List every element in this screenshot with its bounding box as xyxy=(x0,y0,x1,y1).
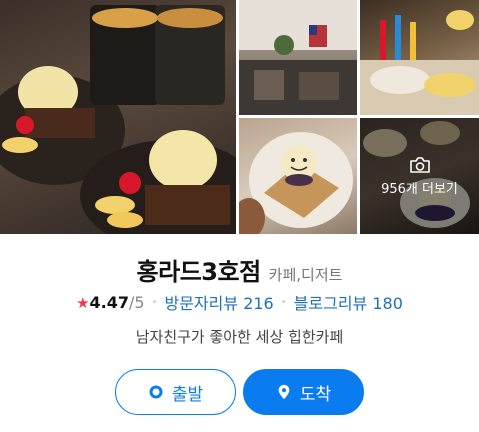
more-photos-overlay[interactable]: 956개 더보기 xyxy=(360,118,479,234)
start-button-label: 출발 xyxy=(171,384,204,405)
photo-main[interactable] xyxy=(0,0,236,234)
place-name[interactable]: 홍라드3호점 xyxy=(137,252,262,287)
route-actions: 출발 도착 xyxy=(0,369,479,415)
origin-dot-icon xyxy=(149,385,163,399)
interior-photo-illustration xyxy=(239,0,357,115)
photo-dessert-table[interactable] xyxy=(360,0,479,115)
start-button[interactable]: 출발 xyxy=(115,369,236,415)
arrive-button-label: 도착 xyxy=(299,384,332,405)
place-description: 남자친구가 좋아한 세상 힙한카페 xyxy=(135,328,344,346)
rating-value: 4.47 xyxy=(89,292,130,312)
camera-icon xyxy=(409,156,430,173)
photo-gallery: 956개 더보기 xyxy=(0,0,479,234)
separator-dot: • xyxy=(151,296,158,308)
star-icon: ★ xyxy=(76,293,90,312)
title-row: 홍라드3호점 카페,디저트 xyxy=(0,252,479,287)
photo-interior[interactable] xyxy=(239,0,357,115)
arrive-button[interactable]: 도착 xyxy=(243,369,364,415)
rating-row: ★4.47/5 • 방문자리뷰 216 • 블로그리뷰 180 xyxy=(0,290,479,314)
place-category: 카페,디저트 xyxy=(268,266,343,284)
visitor-reviews-link[interactable]: 방문자리뷰 216 xyxy=(165,290,274,314)
dessert-table-illustration xyxy=(360,10,479,115)
dessert-photo-illustration xyxy=(0,5,236,234)
rating-group: ★4.47/5 xyxy=(76,293,145,312)
rating-max: /5 xyxy=(129,292,145,312)
photo-more[interactable]: 956개 더보기 xyxy=(360,118,479,234)
waffle-photo-illustration xyxy=(239,132,353,234)
separator-dot: • xyxy=(280,296,287,308)
blog-reviews-link[interactable]: 블로그리뷰 180 xyxy=(294,290,403,314)
more-photos-label: 956개 더보기 xyxy=(381,181,458,197)
photo-waffle[interactable] xyxy=(239,118,357,234)
location-pin-icon xyxy=(278,384,290,400)
